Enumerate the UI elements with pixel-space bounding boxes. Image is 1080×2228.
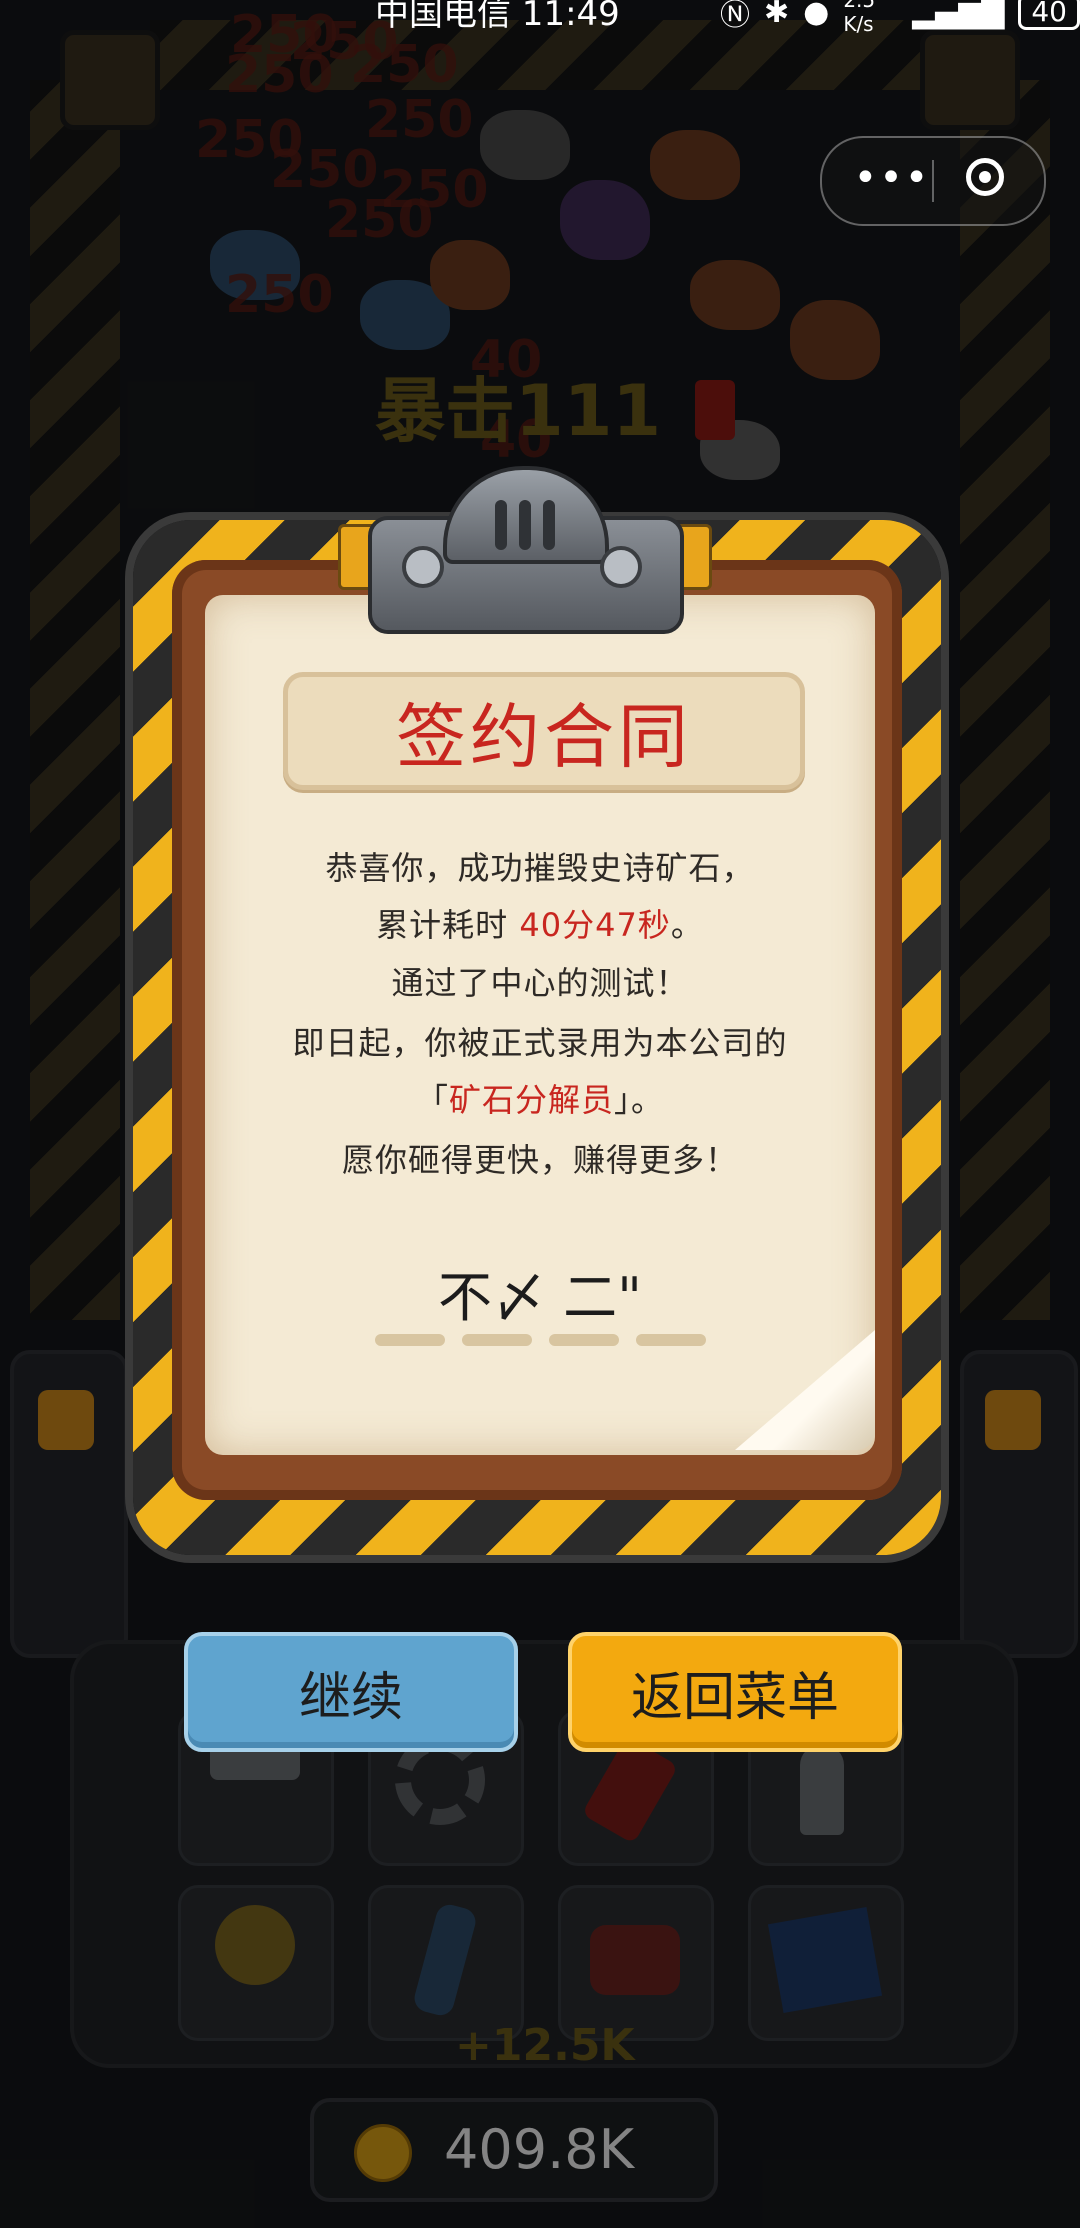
clip-bar xyxy=(495,500,507,550)
contract-text: 」。 xyxy=(614,1081,665,1119)
bluetooth-icon: ✱ xyxy=(764,0,790,30)
contract-text: 累计耗时 xyxy=(376,906,520,944)
contract-line: 累计耗时 40分47秒。 xyxy=(230,900,850,946)
contract-line: 恭喜你，成功摧毁史诗矿石， xyxy=(325,849,755,887)
nfc-icon: Ⓝ xyxy=(720,0,750,33)
contract-title: 签约合同 xyxy=(396,695,692,778)
elapsed-time: 40分47秒 xyxy=(519,906,671,944)
clipboard-clip xyxy=(338,466,712,634)
clip-bar xyxy=(519,500,531,550)
net-speed: 2.5 K/s xyxy=(843,0,876,36)
battery-icon: 40 xyxy=(1018,0,1080,30)
signature: 不〆 二" xyxy=(437,1266,642,1329)
capsule-divider xyxy=(932,160,934,202)
location-icon: ● xyxy=(803,0,830,30)
job-title: 矿石分解员 xyxy=(448,1081,614,1119)
more-dots-icon[interactable]: ••• xyxy=(852,156,932,206)
return-menu-button[interactable]: 返回菜单 xyxy=(568,1632,902,1752)
contract-line: 通过了中心的测试！ xyxy=(391,964,689,1002)
capsule-menu: ••• xyxy=(820,136,1046,226)
clip-bar xyxy=(543,500,555,550)
signature-line xyxy=(549,1334,619,1346)
signature-line xyxy=(375,1334,445,1346)
contract-line: 愿你砸得更快，赚得更多！ xyxy=(341,1141,738,1179)
contract-line: 「矿石分解员」。 xyxy=(230,1075,850,1121)
status-icons: Ⓝ ✱ ● 2.5 K/s ▂▄▆█ 40 xyxy=(720,0,1080,36)
signature-line xyxy=(636,1334,706,1346)
clip-dome xyxy=(443,466,609,564)
contract-text: 「 xyxy=(415,1081,449,1119)
contract-line: 即日起，你被正式录用为本公司的 xyxy=(292,1024,788,1062)
status-carrier-time: 中国电信 11:49 xyxy=(375,0,620,34)
contract-text: 。 xyxy=(670,906,704,944)
clip-bolt-right xyxy=(600,546,642,588)
target-circle-icon[interactable] xyxy=(966,158,1004,196)
contract-title-banner: 签约合同 xyxy=(283,672,805,790)
signature-line xyxy=(462,1334,532,1346)
status-bar: 中国电信 11:49 Ⓝ ✱ ● 2.5 K/s ▂▄▆█ 40 xyxy=(0,0,1080,40)
clip-bolt-left xyxy=(402,546,444,588)
continue-button[interactable]: 继续 xyxy=(184,1632,518,1752)
signal-icon: ▂▄▆█ xyxy=(912,0,1005,30)
